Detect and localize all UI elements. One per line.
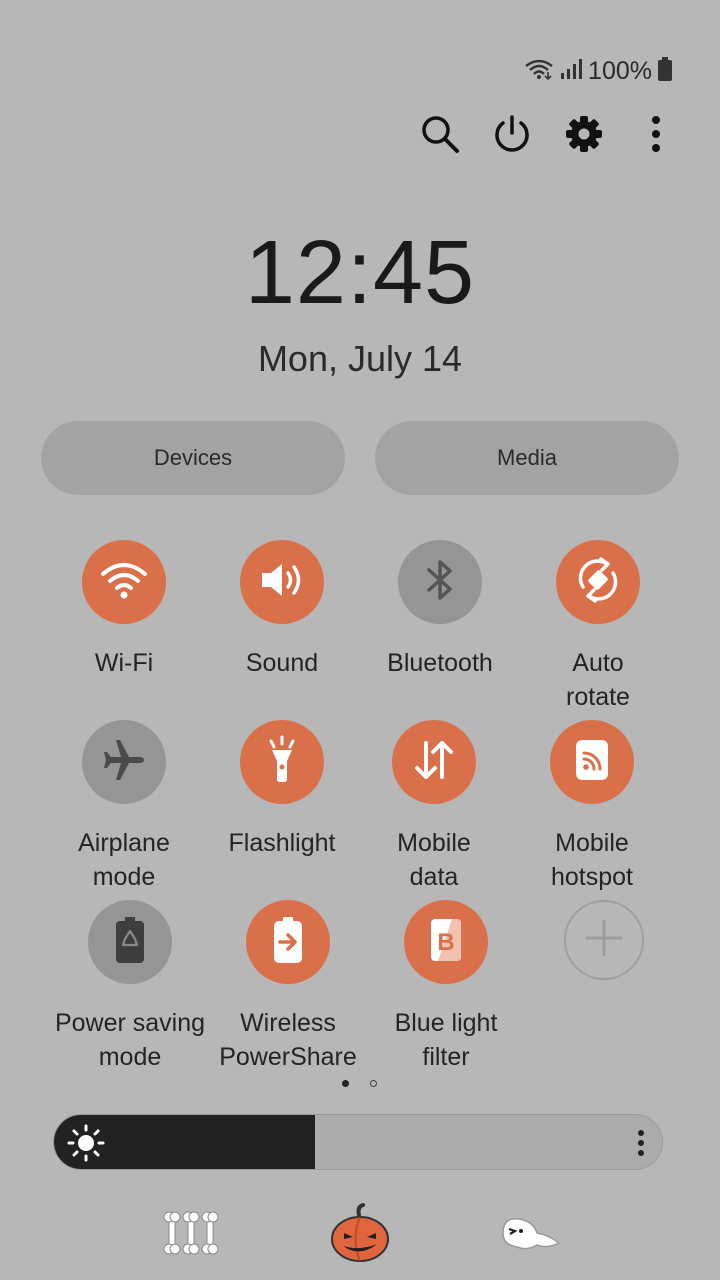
tile-sound[interactable]: Sound (202, 540, 362, 680)
wireless-powershare-toggle[interactable] (246, 900, 330, 984)
tile-wireless-powershare[interactable]: Wireless PowerShare (208, 900, 368, 1074)
power-saving-icon (110, 915, 150, 970)
add-tile-button[interactable] (564, 900, 644, 980)
power-icon (492, 114, 532, 159)
auto-rotate-toggle[interactable] (556, 540, 640, 624)
blue-light-filter-toggle[interactable]: B (404, 900, 488, 984)
tile-label: Mobile data (397, 829, 471, 891)
search-button[interactable] (412, 108, 468, 164)
ghost-icon (495, 1200, 565, 1266)
search-icon (420, 114, 460, 159)
brightness-slider[interactable] (53, 1114, 663, 1170)
tile-mobile-hotspot[interactable]: Mobile hotspot (512, 720, 672, 894)
power-button[interactable] (484, 108, 540, 164)
flashlight-icon (262, 735, 302, 790)
mobile-data-icon (409, 735, 459, 790)
media-button[interactable]: Media (375, 421, 679, 495)
sound-toggle[interactable] (240, 540, 324, 624)
mobile-data-toggle[interactable] (392, 720, 476, 804)
speaker-icon (258, 558, 306, 607)
tile-airplane-mode[interactable]: Airplane mode (44, 720, 204, 894)
page-dot[interactable] (370, 1080, 377, 1087)
devices-button[interactable]: Devices (41, 421, 345, 495)
more-options-button[interactable] (628, 108, 684, 164)
bluetooth-toggle[interactable] (398, 540, 482, 624)
signal-icon (560, 58, 583, 84)
status-bar: 100% (524, 56, 672, 86)
page-dot-active[interactable] (342, 1080, 349, 1087)
tile-label: Blue light filter (394, 1009, 498, 1071)
tile-auto-rotate[interactable]: Auto rotate (518, 540, 678, 714)
mobile-hotspot-toggle[interactable] (550, 720, 634, 804)
bluetooth-icon (420, 556, 460, 609)
tile-add[interactable] (524, 900, 684, 1002)
wifi-icon (99, 558, 149, 607)
auto-rotate-icon (571, 553, 625, 612)
tile-bluetooth[interactable]: Bluetooth (360, 540, 520, 680)
page-indicator[interactable] (340, 1078, 384, 1090)
more-vertical-icon (650, 115, 662, 157)
tile-label: Wi-Fi (94, 649, 154, 677)
clock-time[interactable]: 12:45 (0, 222, 720, 325)
gear-icon (564, 114, 604, 159)
settings-button[interactable] (556, 108, 612, 164)
sun-icon (66, 1123, 106, 1163)
tile-label: Airplane mode (78, 829, 170, 891)
pumpkin-icon (325, 1200, 395, 1266)
airplane-mode-toggle[interactable] (82, 720, 166, 804)
tile-label: Wireless PowerShare (219, 1009, 357, 1071)
bones-icon (156, 1200, 226, 1266)
wifi-icon (524, 58, 554, 85)
tile-mobile-data[interactable]: Mobile data (354, 720, 514, 894)
top-actions (400, 108, 690, 164)
power-saving-toggle[interactable] (88, 900, 172, 984)
airplane-icon (99, 735, 149, 790)
battery-icon (658, 56, 672, 86)
blue-light-filter-icon: B (426, 915, 466, 970)
tile-flashlight[interactable]: Flashlight (202, 720, 362, 860)
tile-wifi[interactable]: Wi-Fi (44, 540, 204, 680)
flashlight-toggle[interactable] (240, 720, 324, 804)
wifi-toggle[interactable] (82, 540, 166, 624)
hotspot-icon (570, 736, 614, 789)
tile-label: Power saving mode (54, 1009, 206, 1071)
tile-power-saving[interactable]: Power saving mode (50, 900, 210, 1074)
tile-blue-light-filter[interactable]: B Blue light filter (366, 900, 526, 1074)
brightness-more-button[interactable] (636, 1129, 646, 1157)
tile-label: Flashlight (228, 829, 336, 857)
tile-label: Sound (245, 649, 319, 677)
svg-text:B: B (437, 929, 454, 956)
tile-label: Auto rotate (566, 649, 630, 711)
wireless-powershare-icon (268, 915, 308, 970)
tile-label: Bluetooth (387, 649, 493, 677)
clock-date[interactable]: Mon, July 14 (0, 338, 720, 380)
tile-label: Mobile hotspot (550, 829, 633, 891)
battery-percentage: 100% (588, 56, 652, 85)
plus-icon (584, 918, 624, 963)
